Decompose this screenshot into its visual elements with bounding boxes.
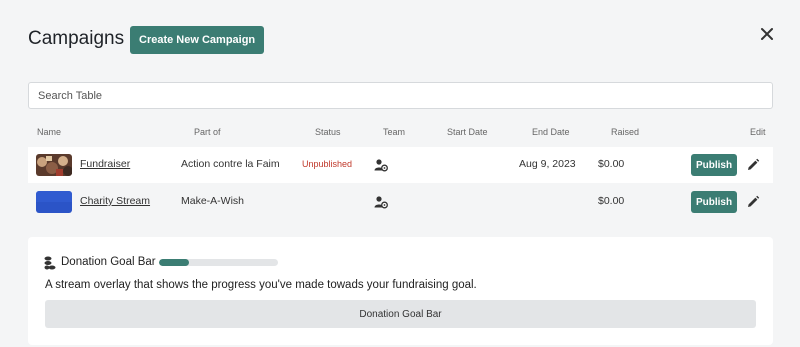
column-header-team[interactable]: Team [383,127,405,137]
donation-goal-bar-button[interactable]: Donation Goal Bar [45,300,756,328]
pencil-icon[interactable] [746,195,760,209]
table-row[interactable]: Charity Stream Make-A-Wish $0.00 Publish [28,184,773,220]
campaign-part-of: Action contre la Faim [181,158,280,170]
column-header-part-of[interactable]: Part of [194,127,221,137]
campaign-thumbnail [36,154,72,176]
column-header-edit: Edit [750,127,766,137]
coins-icon [44,256,56,270]
campaign-name-link[interactable]: Fundraiser [80,158,130,170]
column-header-raised[interactable]: Raised [611,127,639,137]
progress-bar-fill [159,259,189,266]
page-header: Campaigns Create New Campaign [28,26,780,54]
column-header-start-date[interactable]: Start Date [447,127,488,137]
campaign-name-link[interactable]: Charity Stream [80,195,150,207]
pencil-icon[interactable] [746,158,760,172]
column-header-end-date[interactable]: End Date [532,127,570,137]
status-badge: Unpublished [302,159,353,169]
close-icon[interactable] [759,26,775,42]
page-title: Campaigns [28,28,125,49]
campaign-end-date: Aug 9, 2023 [519,158,576,170]
team-settings-icon[interactable] [374,158,388,172]
progress-bar [159,259,278,266]
column-header-status[interactable]: Status [315,127,341,137]
campaign-part-of: Make-A-Wish [181,195,245,207]
table-row[interactable]: Fundraiser Action contre la Faim Unpubli… [28,147,773,183]
team-settings-icon[interactable] [374,195,388,209]
campaign-raised: $0.00 [598,195,625,207]
campaign-thumbnail [36,191,72,213]
publish-button[interactable]: Publish [691,191,737,213]
campaign-raised: $0.00 [598,158,625,170]
search-input[interactable] [28,82,773,109]
publish-button[interactable]: Publish [691,154,737,176]
donation-goal-bar-card: Donation Goal Bar A stream overlay that … [28,237,773,345]
widget-title: Donation Goal Bar [61,256,156,268]
create-campaign-button[interactable]: Create New Campaign [130,26,265,54]
widget-description: A stream overlay that shows the progress… [45,279,477,291]
column-header-name[interactable]: Name [37,127,61,137]
